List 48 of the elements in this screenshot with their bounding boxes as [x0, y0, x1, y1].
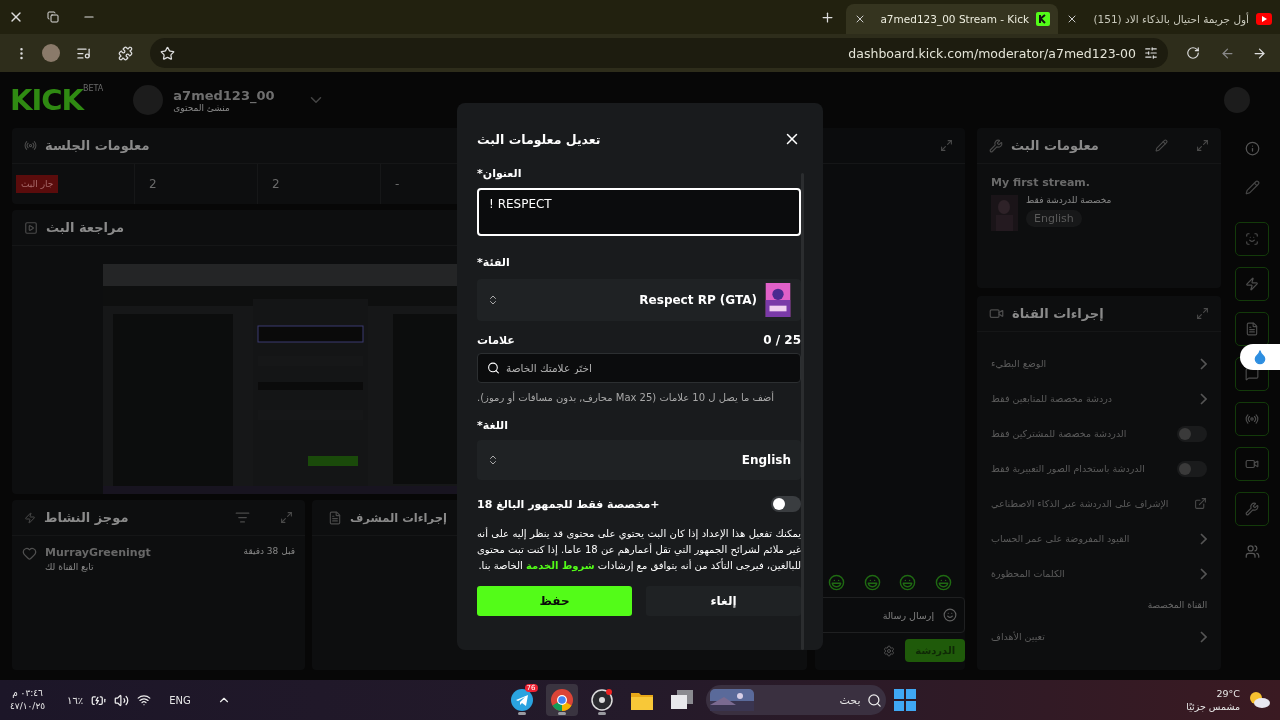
field-label: العنوان* [477, 167, 522, 180]
event-description: تابع القناة لك [45, 562, 95, 572]
taskbar-search[interactable]: بحث [705, 685, 886, 715]
terms-link[interactable]: شروط الخدمة [526, 560, 595, 571]
stream-title: My first stream. [991, 176, 1091, 189]
temperature: 29°C [1216, 687, 1240, 700]
field-label: علامات [477, 333, 515, 347]
logo: KICK [10, 83, 84, 117]
panel-title: مراجعة البث [46, 220, 125, 235]
stat-value: 2 [148, 177, 157, 191]
title-field[interactable]: ! RESPECT [477, 188, 801, 236]
panel-title: معلومات البث [1011, 138, 1099, 153]
field-label: الفئة* [477, 256, 510, 269]
helper-text: أضف ما يصل ل 10 علامات (Max 25 محارف, بدون مسافات أو رموز). [477, 392, 776, 403]
user-role: منشئ المحتوى [173, 102, 230, 113]
battery-percent: ١٦٪ [67, 694, 84, 706]
cancel-button[interactable]: إلغاء [646, 586, 801, 616]
stat-value: 2 [271, 177, 280, 191]
address-bar[interactable]: dashboard.kick.com/moderator/a7med123-00 [150, 38, 1168, 68]
panel-title: معلومات الجلسة [45, 138, 150, 153]
toggle-label: +مخصصة فقط للجمهور البالغ 18 [477, 497, 660, 511]
clock[interactable]: ٠٣:٤٦ م ٤٧/١٠/٢٥ [10, 687, 46, 713]
browser-tab[interactable]: a7med123_00 Stream - Kick [846, 4, 1058, 34]
panel-title: إجراءات القناة [1012, 306, 1104, 321]
save-button[interactable]: حفظ [477, 586, 632, 616]
language-indicator[interactable]: ENG [169, 694, 191, 706]
live-badge: جار البث [16, 175, 59, 193]
category-select[interactable]: Respect RP (GTA) [477, 279, 801, 321]
panel-title: موجز النشاط [44, 510, 129, 525]
field-label: اللغة* [477, 419, 509, 432]
notice-text: يمكنك تفعيل هذا الإعداد إذا كان البث يحتوي على محتوى قد ينظر إليه على أنه غير ملائم لشرائح الجمهور التي تقل أعمارهم عن 18 عاما. إذا كنت تبث محتوى للبالغين، فيرجى التأكد من أنه يتوافق مع إرشادات شروط الخدمة الخاصة بنا. [477, 526, 801, 574]
language-select[interactable]: English [477, 440, 801, 480]
beta-label: BETA [83, 84, 104, 93]
channel-action-label: الدردشة باستخدام الصور التعبيرية فقط [991, 463, 1145, 474]
username: a7med123_00 [173, 87, 275, 103]
browser-tab[interactable]: (151) أول جريمة احتيال بالذكاء الاد [1058, 4, 1280, 34]
section-label: القناة المخصصة [1147, 600, 1208, 610]
dialog-title: تعديل معلومات البث [477, 131, 601, 147]
stat-value: - [394, 177, 400, 191]
language-tag: English [1026, 210, 1082, 227]
event-username: MurrayGreeningt [45, 546, 152, 559]
tags-search-field[interactable]: اختَر علامتك الخاصة [477, 353, 801, 383]
event-time: قبل 38 دقيقة [243, 546, 295, 556]
tag-count: 0 / 25 [763, 333, 801, 347]
channel-action-label: الدردشة مخصصة للمشتركين فقط [991, 428, 1127, 439]
weather-text: مشمس جزئيًا [1186, 700, 1240, 713]
stream-category: مخصصة للدردشة فقط [1026, 195, 1112, 205]
panel-title: إجراءات المشرف [350, 510, 447, 525]
